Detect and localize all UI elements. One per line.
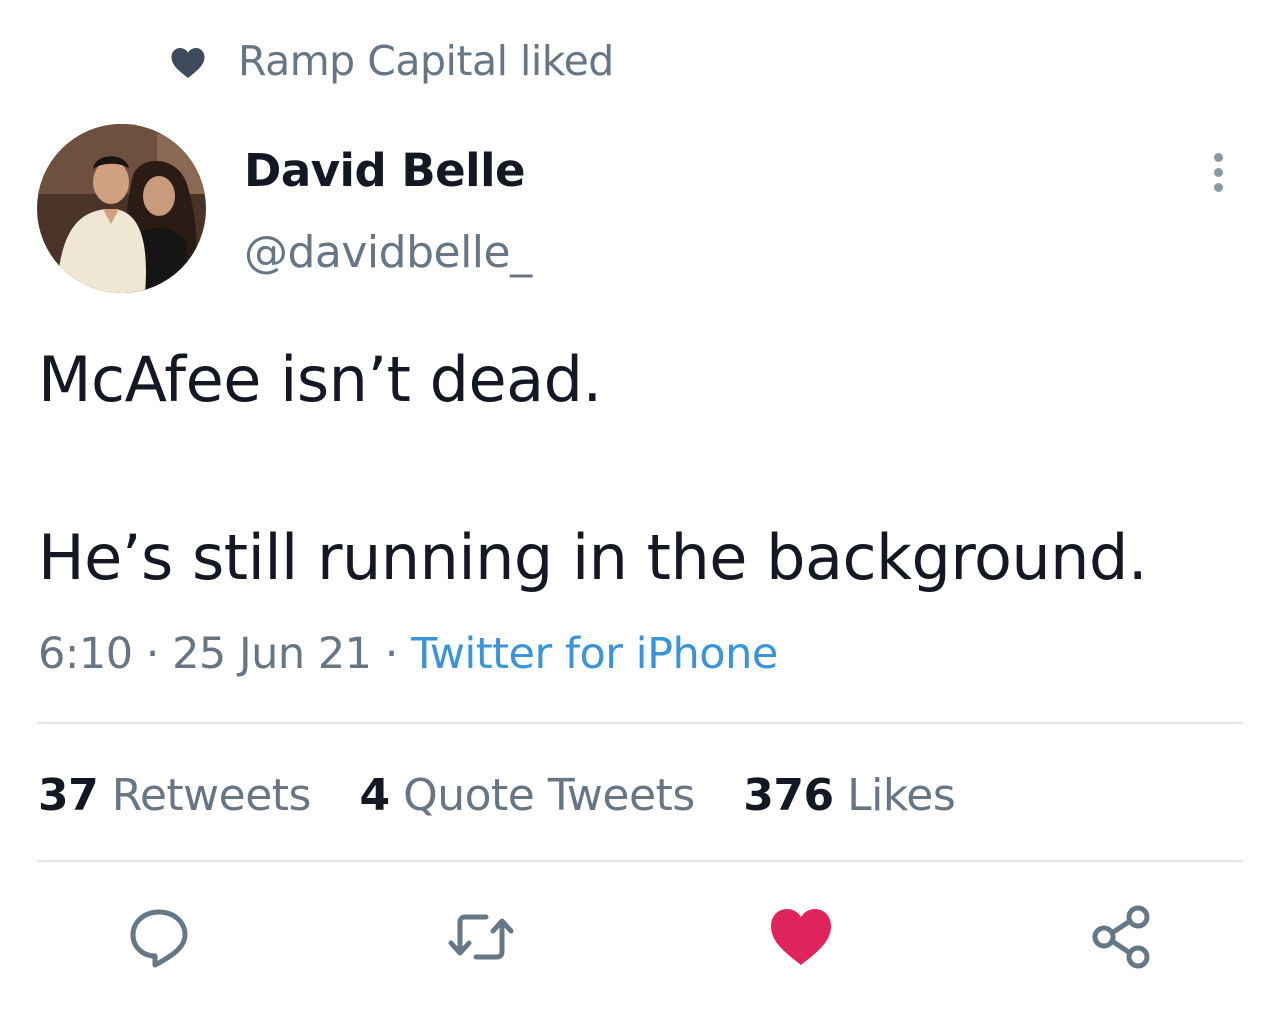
tweet-text: McAfee isn’t dead. He’s still running in…: [38, 344, 1248, 594]
meta-separator: ·: [145, 629, 160, 679]
divider: [37, 860, 1243, 862]
tweet-stats: 37 Retweets 4 Quote Tweets 376 Likes: [38, 768, 990, 824]
comment-icon: [130, 909, 188, 968]
tweet-time: 6:10: [38, 629, 133, 679]
retweets-count: 37: [38, 770, 99, 821]
share-button[interactable]: [1088, 902, 1158, 972]
display-name[interactable]: David Belle: [244, 143, 526, 199]
profile-photo-image: [37, 124, 206, 293]
quote-tweets-count: 4: [359, 770, 390, 821]
retweet-icon: [448, 914, 514, 960]
share-icon: [1092, 905, 1150, 969]
tweet-meta: 6:10 · 25 Jun 21 · Twitter for iPhone: [38, 626, 778, 682]
more-options-icon[interactable]: [1205, 153, 1231, 197]
divider: [37, 722, 1243, 724]
likes-stat[interactable]: 376 Likes: [743, 768, 956, 824]
quote-tweets-label: Quote Tweets: [403, 770, 695, 821]
like-button[interactable]: [766, 902, 836, 972]
likes-label: Likes: [847, 770, 956, 821]
social-context-text[interactable]: Ramp Capital liked: [238, 36, 614, 86]
user-handle[interactable]: @davidbelle_: [244, 225, 532, 281]
tweet-line-1: McAfee isn’t dead.: [38, 343, 602, 416]
tweet-date[interactable]: 25 Jun 21: [172, 629, 372, 679]
heart-icon: [771, 909, 831, 965]
tweet-source-link[interactable]: Twitter for iPhone: [411, 629, 778, 679]
retweet-button[interactable]: [446, 902, 516, 972]
liked-heart-icon: [170, 46, 206, 80]
retweets-label: Retweets: [111, 770, 312, 821]
meta-separator: ·: [384, 629, 399, 679]
avatar[interactable]: [37, 124, 206, 293]
quote-tweets-stat[interactable]: 4 Quote Tweets: [359, 768, 695, 824]
tweet-line-2: He’s still running in the background.: [38, 521, 1148, 594]
likes-count: 376: [743, 770, 834, 821]
reply-button[interactable]: [124, 902, 194, 972]
retweets-stat[interactable]: 37 Retweets: [38, 768, 311, 824]
